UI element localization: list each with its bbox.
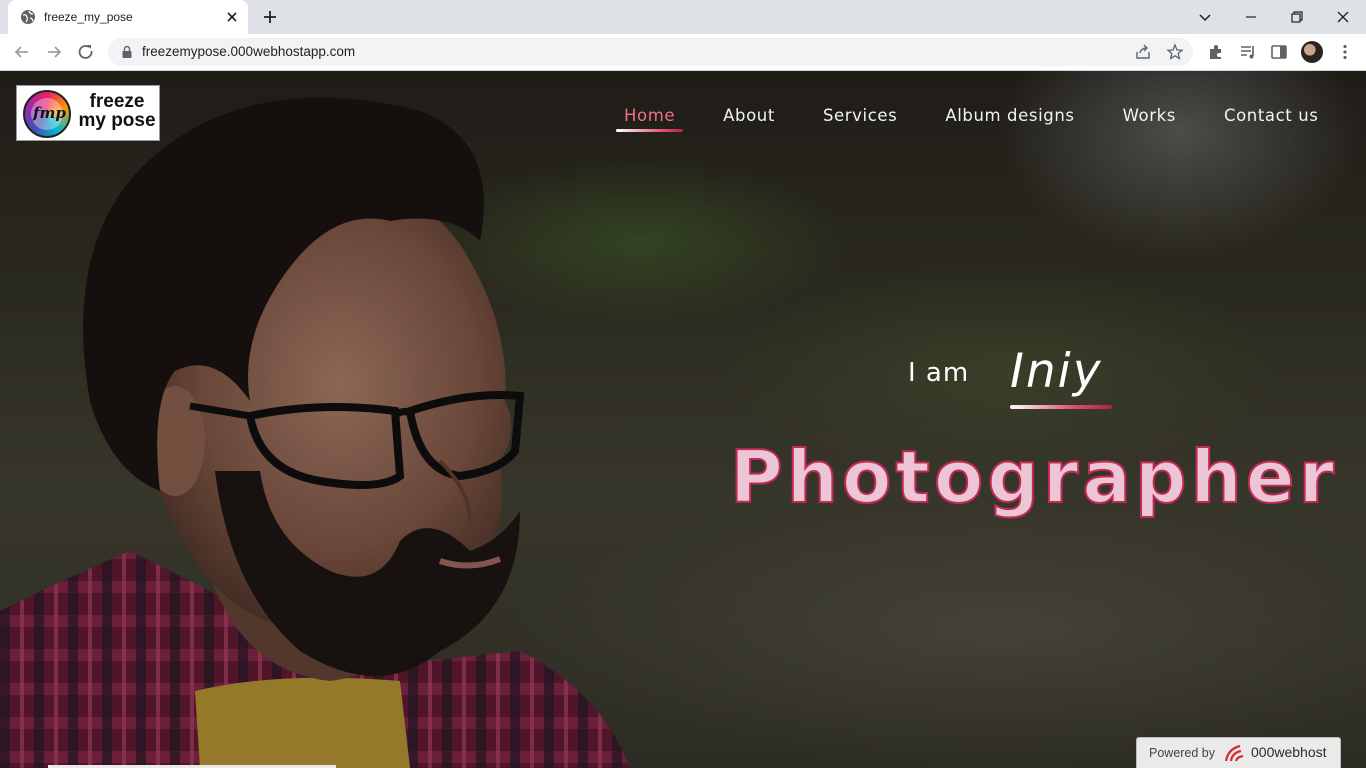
hosting-badge[interactable]: Powered by 000webhost: [1136, 737, 1341, 768]
close-icon[interactable]: [224, 9, 240, 25]
page-viewport: fmp freeze my pose Home About Services A…: [0, 71, 1366, 768]
powered-by-text: Powered by: [1149, 746, 1216, 760]
logo-line-1: freeze: [89, 91, 145, 112]
browser-tab[interactable]: freeze_my_pose: [8, 0, 248, 34]
media-icon[interactable]: [1239, 43, 1257, 61]
hero-name-block: Iniy: [1010, 343, 1112, 409]
host-logo-icon: [1224, 744, 1244, 762]
globe-icon: [21, 10, 35, 24]
hero-name: Iniy: [1010, 344, 1103, 399]
host-name: 000webhost: [1251, 744, 1327, 760]
logo-mark: fmp: [33, 104, 66, 122]
tab-strip: freeze_my_pose: [0, 0, 1366, 34]
nav-home[interactable]: Home: [600, 105, 699, 135]
logo-line-2: my pose: [78, 110, 156, 131]
chevron-down-icon[interactable]: [1195, 7, 1215, 27]
hero-name-underline: [1010, 405, 1112, 409]
hero-overlay: [0, 71, 1366, 768]
close-window-icon[interactable]: [1333, 7, 1353, 27]
side-panel-icon[interactable]: [1270, 43, 1288, 61]
nav-about[interactable]: About: [699, 105, 799, 135]
url-text[interactable]: freezemypose.000webhostapp.com: [142, 44, 355, 59]
nav-contact-us[interactable]: Contact us: [1200, 105, 1343, 135]
logo-emblem: fmp: [23, 90, 71, 138]
reload-icon[interactable]: [76, 42, 96, 62]
browser-toolbar: freezemypose.000webhostapp.com: [0, 34, 1366, 71]
nav-services[interactable]: Services: [799, 105, 921, 135]
minimize-icon[interactable]: [1241, 7, 1261, 27]
hero-headline: Photographer: [729, 434, 1339, 520]
share-icon[interactable]: [1134, 43, 1152, 61]
lock-icon[interactable]: [120, 45, 134, 59]
hero-intro: I am: [908, 358, 970, 388]
star-icon[interactable]: [1166, 43, 1184, 61]
site-logo[interactable]: fmp freeze my pose: [16, 85, 160, 141]
plus-icon[interactable]: [260, 7, 280, 27]
forward-icon[interactable]: [44, 42, 64, 62]
back-icon[interactable]: [12, 42, 32, 62]
logo-text: freeze my pose: [75, 92, 159, 130]
more-icon[interactable]: [1336, 43, 1354, 61]
main-nav: Home About Services Album designs Works …: [600, 105, 1342, 135]
address-bar[interactable]: freezemypose.000webhostapp.com: [108, 38, 1193, 66]
nav-album-designs[interactable]: Album designs: [921, 105, 1098, 135]
restore-icon[interactable]: [1287, 7, 1307, 27]
avatar[interactable]: [1301, 41, 1323, 63]
nav-works[interactable]: Works: [1099, 105, 1200, 135]
tab-title: freeze_my_pose: [44, 10, 133, 24]
extensions-icon[interactable]: [1207, 43, 1225, 61]
